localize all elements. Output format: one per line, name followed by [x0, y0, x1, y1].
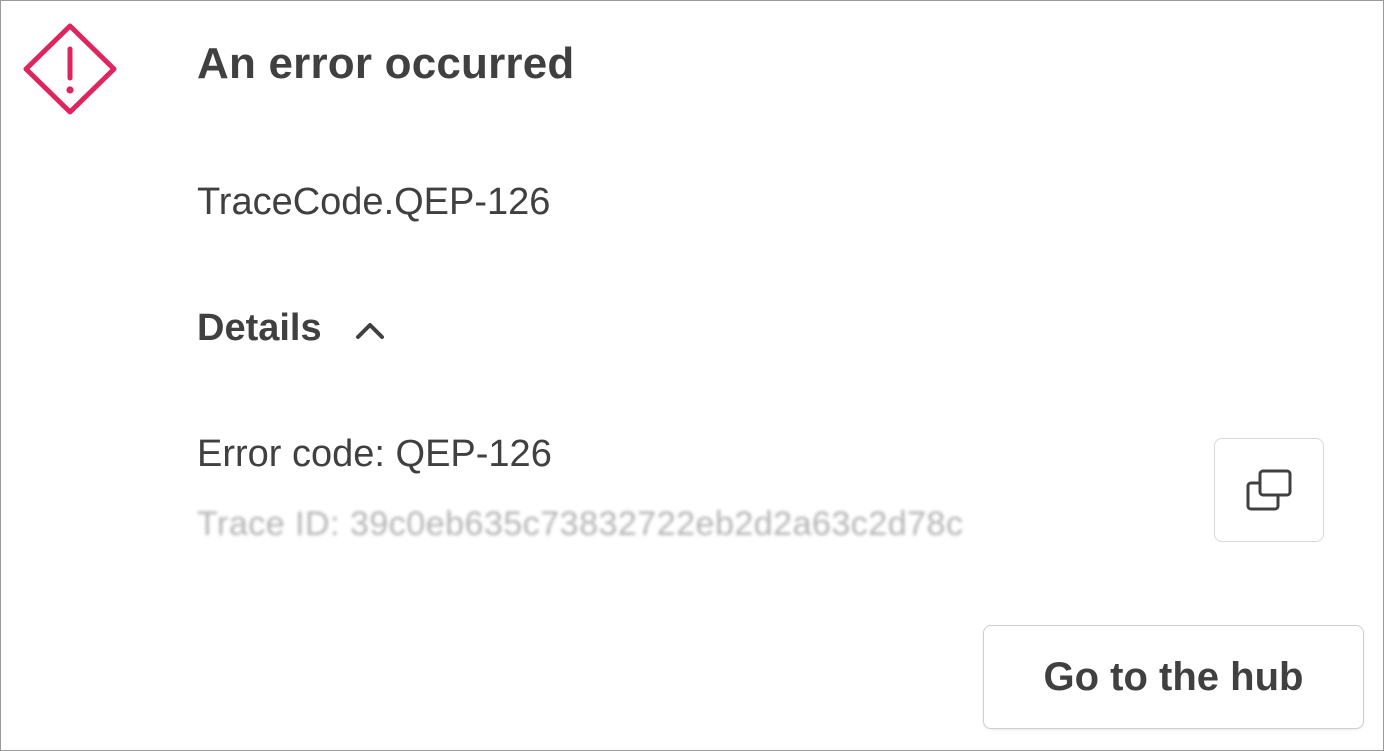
trace-code-text: TraceCode.QEP-126 [197, 181, 551, 223]
error-code-text: Error code: QEP-126 [197, 433, 552, 475]
chevron-up-icon [352, 318, 388, 342]
warning-diamond-icon [21, 21, 119, 117]
details-label: Details [197, 307, 322, 349]
details-toggle[interactable]: Details [197, 307, 388, 350]
error-dialog: An error occurred TraceCode.QEP-126 Deta… [0, 0, 1384, 751]
copy-button[interactable] [1214, 438, 1324, 542]
go-to-hub-button[interactable]: Go to the hub [983, 625, 1364, 729]
trace-id-text: Trace ID: 39c0eb635c73832722eb2d2a63c2d7… [197, 505, 964, 543]
dialog-title: An error occurred [197, 39, 575, 88]
copy-icon [1242, 467, 1296, 513]
